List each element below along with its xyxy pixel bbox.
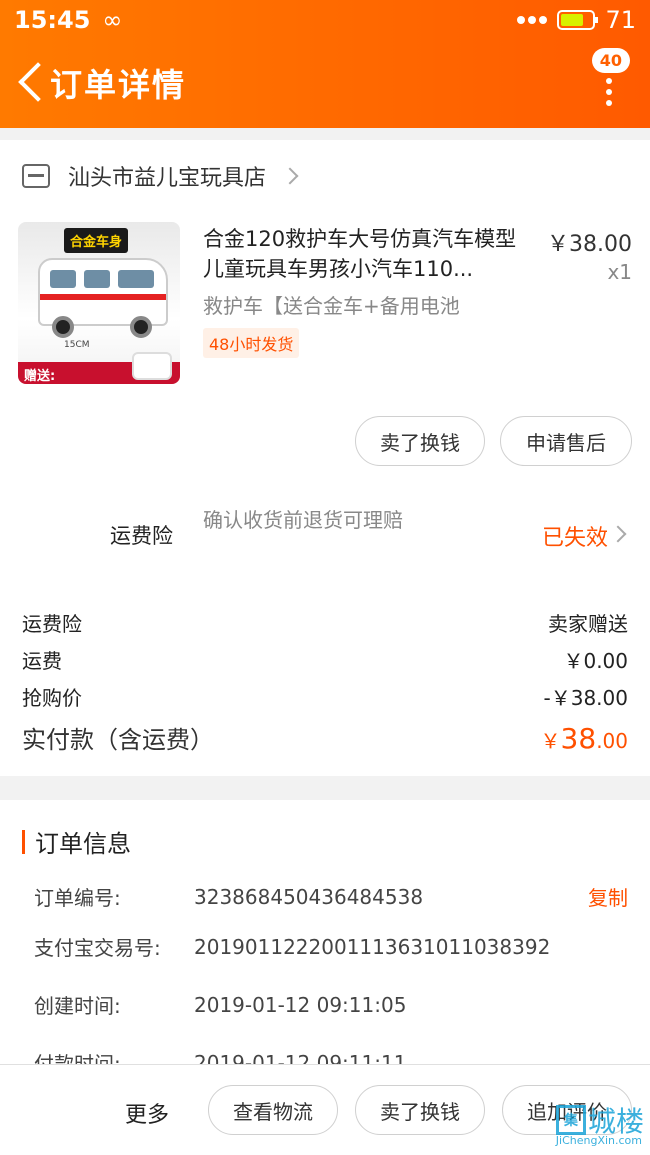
- total-row: 实付款（含运费） ￥38.00: [22, 720, 628, 755]
- insurance-desc: 确认收货前退货可理赔: [203, 508, 403, 532]
- product-thumbnail[interactable]: 合金车身 15CM 赠送:: [18, 222, 180, 384]
- order-info-title: 订单信息: [35, 830, 131, 858]
- fee-row: 运费险 卖家赠送: [22, 608, 628, 637]
- info-value: 2019011222001113631011038392: [194, 934, 551, 959]
- info-row-alipay-id: 支付宝交易号: 2019011222001113631011038392: [34, 932, 628, 961]
- info-value: 323868450436484538: [194, 884, 424, 909]
- watermark-logo-icon: 集: [555, 1105, 586, 1135]
- total-currency: ￥: [540, 729, 561, 753]
- shop-row[interactable]: 汕头市益儿宝玩具店: [22, 156, 299, 196]
- total-int: 38: [560, 722, 597, 755]
- product-quantity: x1: [607, 260, 632, 284]
- shop-icon: [22, 164, 50, 188]
- signal-icon: [517, 16, 548, 24]
- total-label: 实付款（含运费）: [22, 726, 214, 754]
- info-label: 支付宝交易号:: [34, 936, 161, 960]
- ambulance-image: [38, 258, 168, 326]
- more-menu-button[interactable]: 40: [580, 48, 630, 111]
- chevron-right-icon: [281, 167, 299, 185]
- infinity-icon: ∞: [102, 6, 123, 34]
- after-sale-button[interactable]: 申请售后: [500, 416, 632, 466]
- battery-icon: [557, 10, 599, 30]
- status-bar: 15:45 ∞ 71: [0, 0, 650, 40]
- insurance-label: 运费险: [110, 524, 173, 548]
- section-title: 订单信息: [22, 824, 131, 859]
- shipping-tag: 48小时发货: [203, 328, 300, 358]
- vertical-dots-icon: [606, 78, 612, 111]
- fee-value: 卖家赠送: [548, 612, 628, 636]
- accent-bar: [22, 829, 25, 854]
- product-price: ￥38.00: [547, 232, 632, 257]
- thumb-tag: 合金车身: [64, 228, 129, 253]
- message-count-badge: 40: [591, 48, 630, 73]
- thumb-gift-label: 赠送:: [24, 369, 56, 384]
- bottom-action-bar: 更多 查看物流 卖了换钱 追加评价: [0, 1064, 650, 1155]
- fee-row: 运费 ￥0.00: [22, 645, 628, 674]
- status-time: 15:45: [14, 6, 91, 34]
- info-value: 2019-01-12 09:11:05: [194, 992, 407, 1017]
- mini-car-image: [132, 352, 172, 380]
- order-card: 汕头市益儿宝玩具店 合金车身 15CM 赠送: 合金120救护车大号仿真汽车模型…: [0, 140, 650, 776]
- nav-row: 订单详情 40: [0, 48, 650, 118]
- more-button[interactable]: 更多: [125, 1097, 169, 1129]
- chevron-right-icon[interactable]: [609, 525, 627, 543]
- watermark-sub: JiChengXin.com: [555, 1134, 642, 1147]
- fee-value: -￥38.00: [543, 686, 628, 710]
- copy-button[interactable]: 复制: [588, 882, 628, 911]
- status-right: 71: [517, 6, 636, 34]
- fee-label: 抢购价: [22, 686, 82, 710]
- info-row-created: 创建时间: 2019-01-12 09:11:05: [34, 990, 628, 1019]
- info-label: 创建时间:: [34, 994, 121, 1018]
- sell-button[interactable]: 卖了换钱: [355, 1085, 485, 1135]
- fee-row: 抢购价 -￥38.00: [22, 682, 628, 711]
- page-title: 订单详情: [50, 66, 187, 104]
- total-dec: .00: [596, 729, 628, 753]
- thumb-size-label: 15CM: [64, 340, 90, 350]
- total-value: ￥38.00: [541, 722, 628, 755]
- app-header: 15:45 ∞ 71 订单详情 40: [0, 0, 650, 128]
- battery-level: 71: [605, 6, 636, 34]
- product-title[interactable]: 合金120救护车大号仿真汽车模型儿童玩具车男孩小汽车110...: [203, 224, 533, 284]
- watermark: 集 城楼 JiChengXin.com: [555, 1100, 644, 1147]
- info-label: 订单编号:: [34, 886, 121, 910]
- view-logistics-button[interactable]: 查看物流: [208, 1085, 338, 1135]
- fee-label: 运费: [22, 649, 62, 673]
- product-sku: 救护车【送合金车+备用电池: [203, 294, 460, 318]
- info-row-order-number: 订单编号: 323868450436484538 复制: [34, 882, 628, 911]
- sell-button[interactable]: 卖了换钱: [355, 416, 485, 466]
- insurance-status[interactable]: 已失效: [542, 520, 608, 552]
- fee-value: ￥0.00: [563, 649, 628, 673]
- order-info-card: 订单信息 订单编号: 323868450436484538 复制 支付宝交易号:…: [0, 800, 650, 1100]
- shop-name: 汕头市益儿宝玩具店: [68, 166, 267, 191]
- back-icon[interactable]: [8, 48, 48, 118]
- fee-label: 运费险: [22, 612, 82, 636]
